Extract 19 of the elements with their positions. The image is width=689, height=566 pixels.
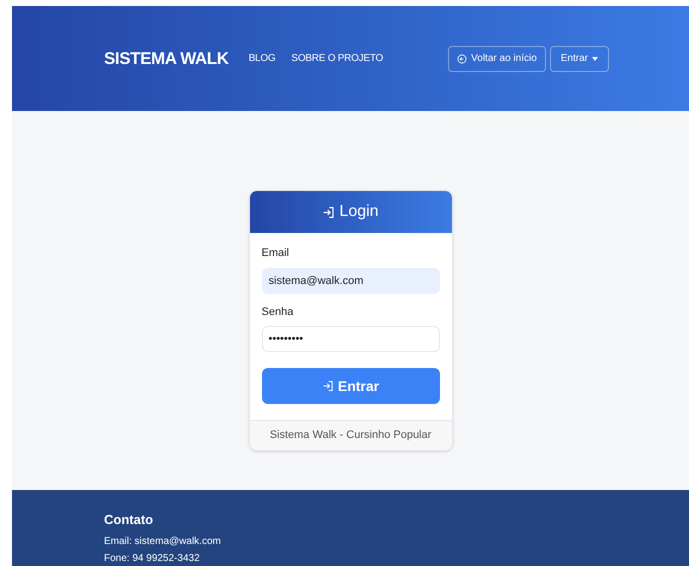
contact-line: Email: sistema@walk.com <box>104 534 222 548</box>
sign-in-icon <box>322 380 334 392</box>
back-circle-icon <box>457 54 468 64</box>
nav-link[interactable]: SOBRE O PROJETO <box>291 51 384 66</box>
input-field[interactable]: ••••••••• <box>262 326 440 352</box>
contact-line: Fone: 94 99252-3432 <box>104 552 201 566</box>
back-button[interactable]: Voltar ao início <box>448 46 546 72</box>
card-title: Login <box>339 202 379 222</box>
dropdown-button[interactable]: Entrar <box>550 46 609 72</box>
brand-logo[interactable]: SISTEMA WALK <box>104 46 229 72</box>
nav-link[interactable]: BLOG <box>248 51 276 66</box>
sign-in-icon <box>322 206 336 218</box>
field-label: Senha <box>262 304 294 320</box>
input-field[interactable]: sistema@walk.com <box>262 268 440 294</box>
footer-heading: Contato <box>104 511 154 529</box>
caret-icon <box>592 56 598 60</box>
submit-button[interactable]: Entrar <box>262 368 440 404</box>
card-footer: Sistema Walk - Cursinho Popular <box>250 420 452 450</box>
field-label: Email <box>262 246 290 261</box>
